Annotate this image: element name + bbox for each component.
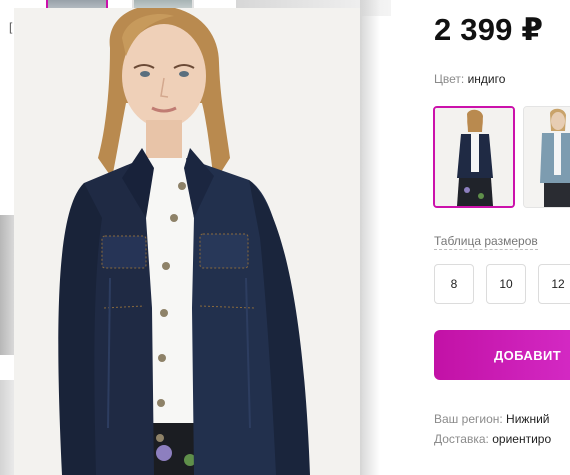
swatch-indigo-image <box>435 108 513 206</box>
region-value[interactable]: Нижний <box>506 412 549 426</box>
size-option-10[interactable]: 10 <box>486 264 526 304</box>
add-to-cart-button[interactable]: ДОБАВИТ <box>434 330 570 380</box>
add-to-cart-label: ДОБАВИТ <box>494 347 562 363</box>
delivery-label: Доставка: <box>434 432 489 446</box>
color-value: индиго <box>467 72 506 86</box>
product-price: 2 399 ₽ <box>434 12 544 47</box>
product-page: [2 399 ₽ Цвет: индиго Таблица размеров … <box>0 0 570 475</box>
color-row: Цвет: индиго <box>434 72 505 86</box>
color-swatch-selected[interactable] <box>433 106 515 208</box>
background-bracket-icon: [ <box>9 20 13 34</box>
region-row: Ваш регион: Нижний <box>434 412 549 426</box>
delivery-value: ориентиро <box>492 432 552 446</box>
region-label: Ваш регион: <box>434 412 503 426</box>
color-label: Цвет: <box>434 72 465 86</box>
size-option-12[interactable]: 12 <box>538 264 570 304</box>
denim-jacket-model-image <box>14 8 362 475</box>
photo-edge-shadow <box>360 0 380 475</box>
product-main-photo[interactable] <box>14 8 362 475</box>
size-table-link[interactable]: Таблица размеров <box>434 234 538 250</box>
size-option-8[interactable]: 8 <box>434 264 474 304</box>
swatch-light-denim-image <box>524 107 570 207</box>
color-swatch[interactable] <box>523 106 570 208</box>
delivery-row: Доставка: ориентиро <box>434 432 551 446</box>
